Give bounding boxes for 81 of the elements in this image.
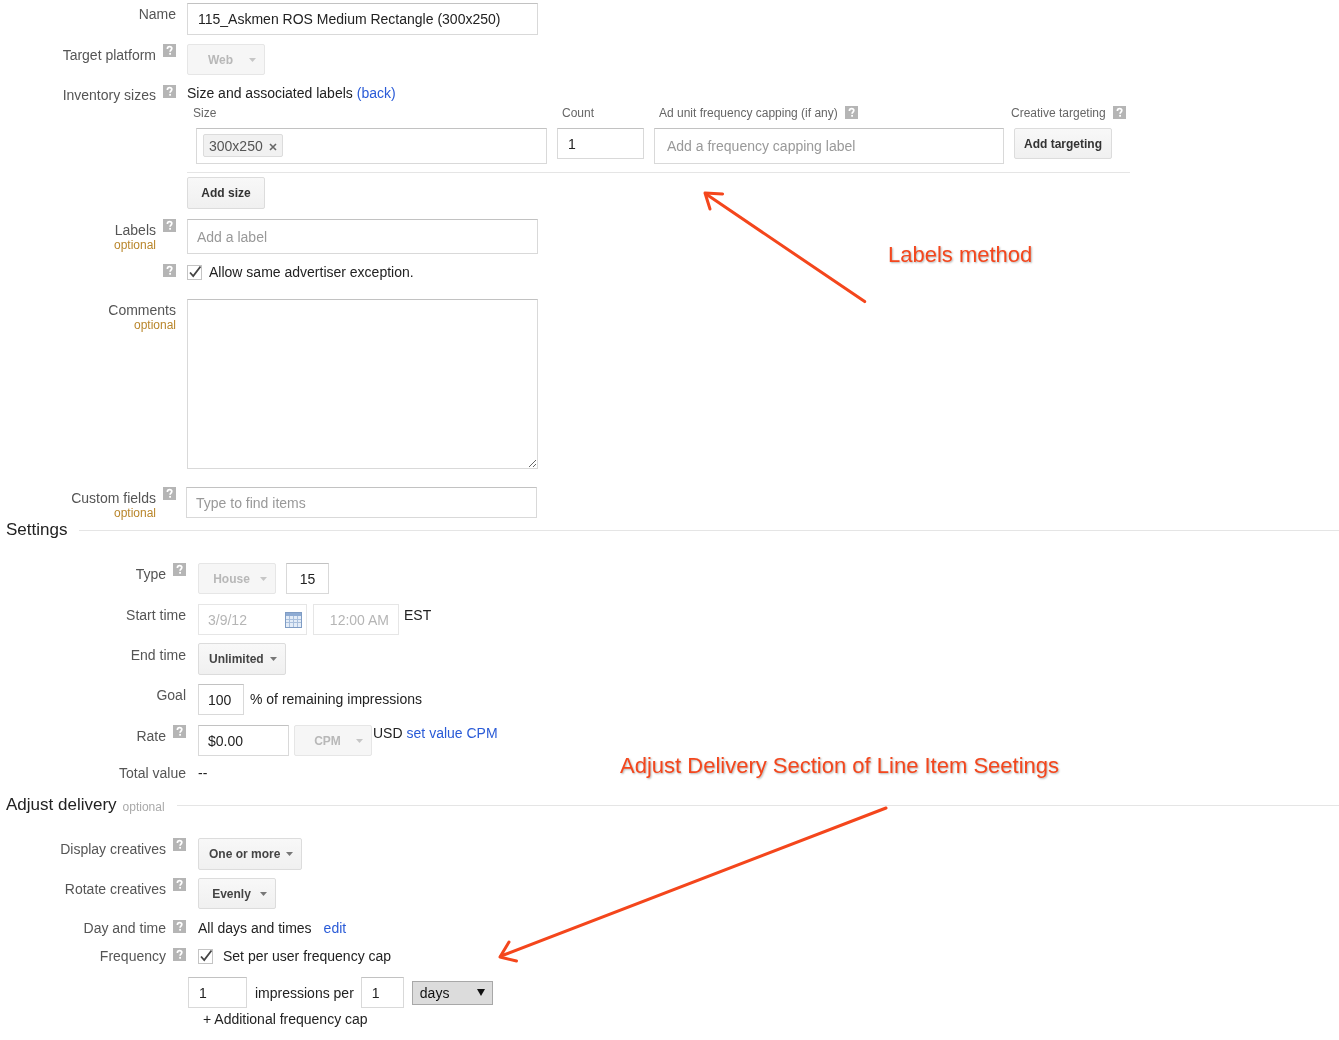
field-label: Rate [136, 727, 166, 744]
field-label: Day and time [83, 920, 166, 936]
column-header: Size [193, 106, 217, 120]
field-label: Total value [119, 765, 186, 781]
caret-icon [269, 657, 277, 661]
caret-icon [260, 891, 267, 896]
set-value-link[interactable]: set value CPM [406, 725, 498, 741]
checkbox-label: Set per user frequency cap [223, 948, 392, 964]
column-header: Creative targeting [1011, 106, 1106, 120]
help-icon[interactable] [173, 920, 186, 933]
size-tag[interactable]: 300x250 [203, 134, 283, 157]
field-label: Frequency [99, 948, 166, 964]
caret-icon [286, 852, 294, 856]
period-select[interactable]: days [411, 980, 493, 1005]
section-title: Adjust delivery [5, 795, 117, 815]
checkbox[interactable] [187, 264, 203, 280]
field-label: Name [138, 5, 176, 22]
help-icon[interactable] [173, 878, 186, 891]
field-label: Display creatives [60, 840, 166, 857]
size-tag-text: 300x250 [209, 137, 263, 154]
annotation-text: Labels method [888, 243, 1033, 267]
rate-field[interactable]: $0.00 [198, 725, 289, 756]
count-field[interactable]: 1 [557, 128, 644, 159]
field-label: Rotate creatives [64, 880, 166, 897]
field-label: Start time [126, 606, 186, 623]
name-field[interactable]: 115_Askmen ROS Medium Rectangle (300x250) [187, 3, 538, 35]
remove-icon[interactable] [268, 142, 277, 151]
field-label: End time [130, 646, 186, 663]
help-icon[interactable] [173, 838, 186, 851]
column-header: Ad unit frequency capping (if any) [659, 106, 838, 120]
field-label: Type [135, 565, 166, 582]
optional-note: optional [122, 799, 165, 815]
labels-field[interactable]: Add a label [187, 219, 538, 254]
caret-icon [260, 576, 267, 581]
optional-note: optional [113, 238, 156, 252]
comments-field[interactable] [187, 299, 538, 469]
help-icon[interactable] [173, 948, 186, 961]
help-icon[interactable] [163, 219, 176, 232]
add-cap-link[interactable]: + Additional frequency cap [203, 1011, 368, 1027]
section-title: Settings [5, 520, 68, 540]
checkbox[interactable] [198, 948, 214, 964]
section-heading: Size and associated labels [187, 85, 353, 101]
checkbox-label: Allow same advertiser exception. [209, 264, 414, 280]
custom-fields-field[interactable]: Type to find items [186, 487, 537, 518]
field-label: Goal [156, 686, 186, 703]
total-value-text: -- [198, 765, 208, 781]
capping-field[interactable]: Add a frequency capping label [654, 128, 1004, 164]
field-label: Comments [108, 301, 176, 318]
field-label: Target platform [62, 46, 156, 63]
add-size-button[interactable]: Add size [187, 177, 265, 209]
period-field[interactable]: 1 [360, 977, 404, 1008]
help-icon[interactable] [844, 106, 858, 119]
impressions-field[interactable]: 1 [188, 977, 247, 1008]
size-field[interactable]: 300x250 [196, 128, 547, 164]
display-creatives-dropdown[interactable]: One or more [198, 838, 303, 870]
rotate-creatives-dropdown[interactable]: Evenly [198, 878, 276, 909]
schedule-text: All days and times [198, 920, 312, 936]
help-icon[interactable] [1112, 106, 1126, 119]
help-icon[interactable] [163, 85, 176, 98]
add-targeting-button[interactable]: Add targeting [1014, 128, 1112, 159]
help-icon[interactable] [163, 487, 176, 500]
column-header: Count [562, 106, 595, 120]
help-icon[interactable] [163, 264, 176, 277]
optional-note: optional [133, 318, 176, 332]
caret-icon [356, 738, 363, 743]
currency-text: USD [373, 725, 403, 741]
field-label: Inventory sizes [62, 86, 156, 103]
goal-field[interactable]: 100 [198, 684, 244, 715]
help-icon[interactable] [173, 725, 186, 738]
annotation-text: Adjust Delivery Section of Line Item Seetings [620, 754, 1059, 778]
field-label: Custom fields [71, 489, 156, 506]
optional-note: optional [113, 506, 156, 520]
field-label: Labels [114, 221, 156, 238]
caret-icon [476, 989, 485, 996]
goal-suffix: % of remaining impressions [250, 690, 422, 707]
edit-link[interactable]: edit [323, 920, 347, 936]
timezone-text: EST [404, 606, 432, 623]
caret-icon [249, 57, 256, 62]
end-time-dropdown[interactable]: Unlimited [198, 643, 286, 675]
per-text: impressions per [255, 984, 354, 1001]
back-link[interactable]: (back) [356, 85, 396, 101]
